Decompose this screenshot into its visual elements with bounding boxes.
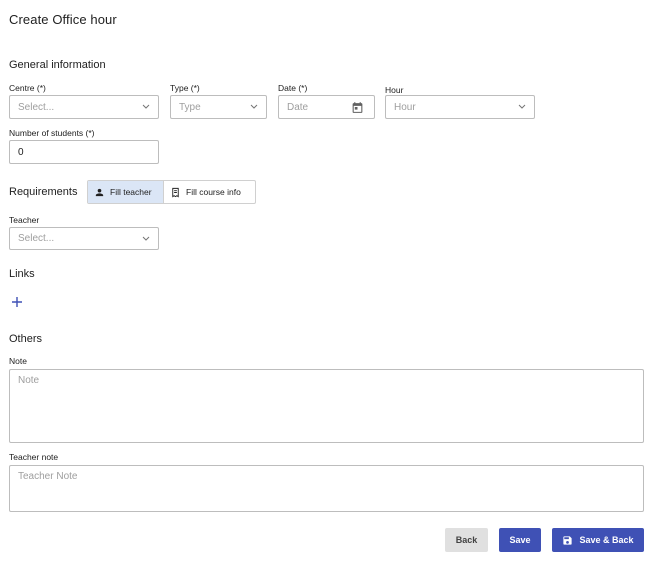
calendar-icon[interactable]: [351, 101, 364, 114]
chevron-down-icon: [250, 104, 258, 109]
date-field-value: Date: [287, 101, 309, 113]
teacher-note-textarea[interactable]: [9, 465, 644, 512]
note-textarea[interactable]: [9, 369, 644, 443]
teacher-note-label: Teacher note: [9, 452, 59, 462]
fill-teacher-label: Fill teacher: [110, 187, 152, 197]
centre-select[interactable]: Select...: [9, 95, 159, 119]
date-label: Date (*): [278, 83, 308, 93]
chevron-down-icon: [142, 104, 150, 109]
teacher-select-value: Select...: [18, 233, 55, 244]
chevron-down-icon: [518, 104, 526, 109]
add-link-icon[interactable]: [10, 295, 24, 309]
requirements-toggle-group: Fill teacher Fill course info: [87, 180, 256, 204]
type-label: Type (*): [170, 83, 200, 93]
students-label: Number of students (*): [9, 128, 95, 138]
hour-select-value: Hour: [394, 101, 416, 113]
receipt-icon: [172, 187, 179, 197]
centre-label: Centre (*): [9, 83, 46, 93]
students-input-value: 0: [18, 146, 24, 158]
hour-select[interactable]: Hour: [385, 95, 535, 119]
fill-teacher-toggle[interactable]: Fill teacher: [88, 181, 164, 203]
page-title: Create Office hour: [9, 12, 117, 27]
hour-label: Hour: [385, 85, 404, 95]
links-section-title: Links: [9, 268, 35, 280]
teacher-label: Teacher: [9, 215, 40, 225]
save-button[interactable]: Save: [499, 528, 541, 552]
save-and-back-button[interactable]: Save & Back: [552, 528, 644, 552]
general-section-title: General information: [9, 59, 106, 71]
fill-course-info-label: Fill course info: [186, 187, 241, 197]
note-label: Note: [9, 356, 27, 366]
floppy-disk-icon: [563, 535, 573, 545]
person-icon: [95, 188, 104, 196]
teacher-select[interactable]: Select...: [9, 227, 159, 250]
date-field[interactable]: Date: [278, 95, 375, 119]
others-section-title: Others: [9, 333, 43, 345]
students-input[interactable]: 0: [9, 140, 159, 164]
save-and-back-button-label: Save & Back: [579, 535, 634, 545]
type-select-value: Type: [179, 101, 201, 113]
chevron-down-icon: [142, 236, 150, 241]
centre-select-value: Select...: [18, 101, 55, 113]
back-button-label: Back: [455, 535, 478, 545]
save-button-label: Save: [509, 535, 531, 545]
fill-course-info-toggle[interactable]: Fill course info: [164, 181, 247, 203]
requirements-label: Requirements: [9, 186, 78, 198]
type-select[interactable]: Type: [170, 95, 267, 119]
back-button[interactable]: Back: [445, 528, 488, 552]
